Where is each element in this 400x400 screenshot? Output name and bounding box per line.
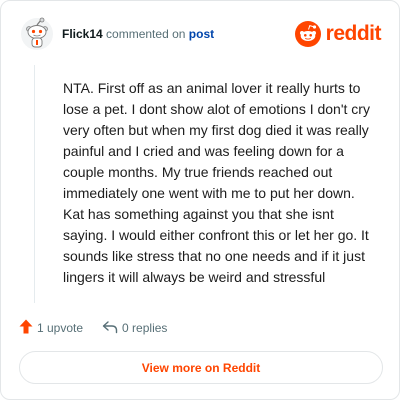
reply-count: 0 replies [122,321,168,335]
reply-button[interactable]: 0 replies [102,320,167,337]
comment-header: Flick14 commented on post reddit [15,16,385,52]
comment-attribution: Flick14 commented on post [62,27,214,41]
commented-on-text: commented on [106,27,186,41]
reddit-wordmark: reddit [325,22,382,45]
reply-arrow-icon [102,320,118,337]
reddit-logo[interactable]: reddit [294,21,382,47]
snoo-avatar-icon[interactable] [20,16,54,52]
upvote-count: 1 upvote [37,321,84,335]
embedded-comment-card: Flick14 commented on post reddit NTA. Fi… [0,0,400,400]
username-link[interactable]: Flick14 [62,27,103,41]
reddit-logo-icon [294,21,321,47]
post-link[interactable]: post [189,27,214,41]
upvote-arrow-icon [19,319,33,337]
view-more-button[interactable]: View more on Reddit [19,351,383,384]
comment-actions: 1 upvote 0 replies [19,319,167,337]
comment-body: NTA. First off as an animal lover it rea… [63,80,370,285]
upvote-button[interactable]: 1 upvote [19,319,83,337]
thread-line [34,65,35,303]
